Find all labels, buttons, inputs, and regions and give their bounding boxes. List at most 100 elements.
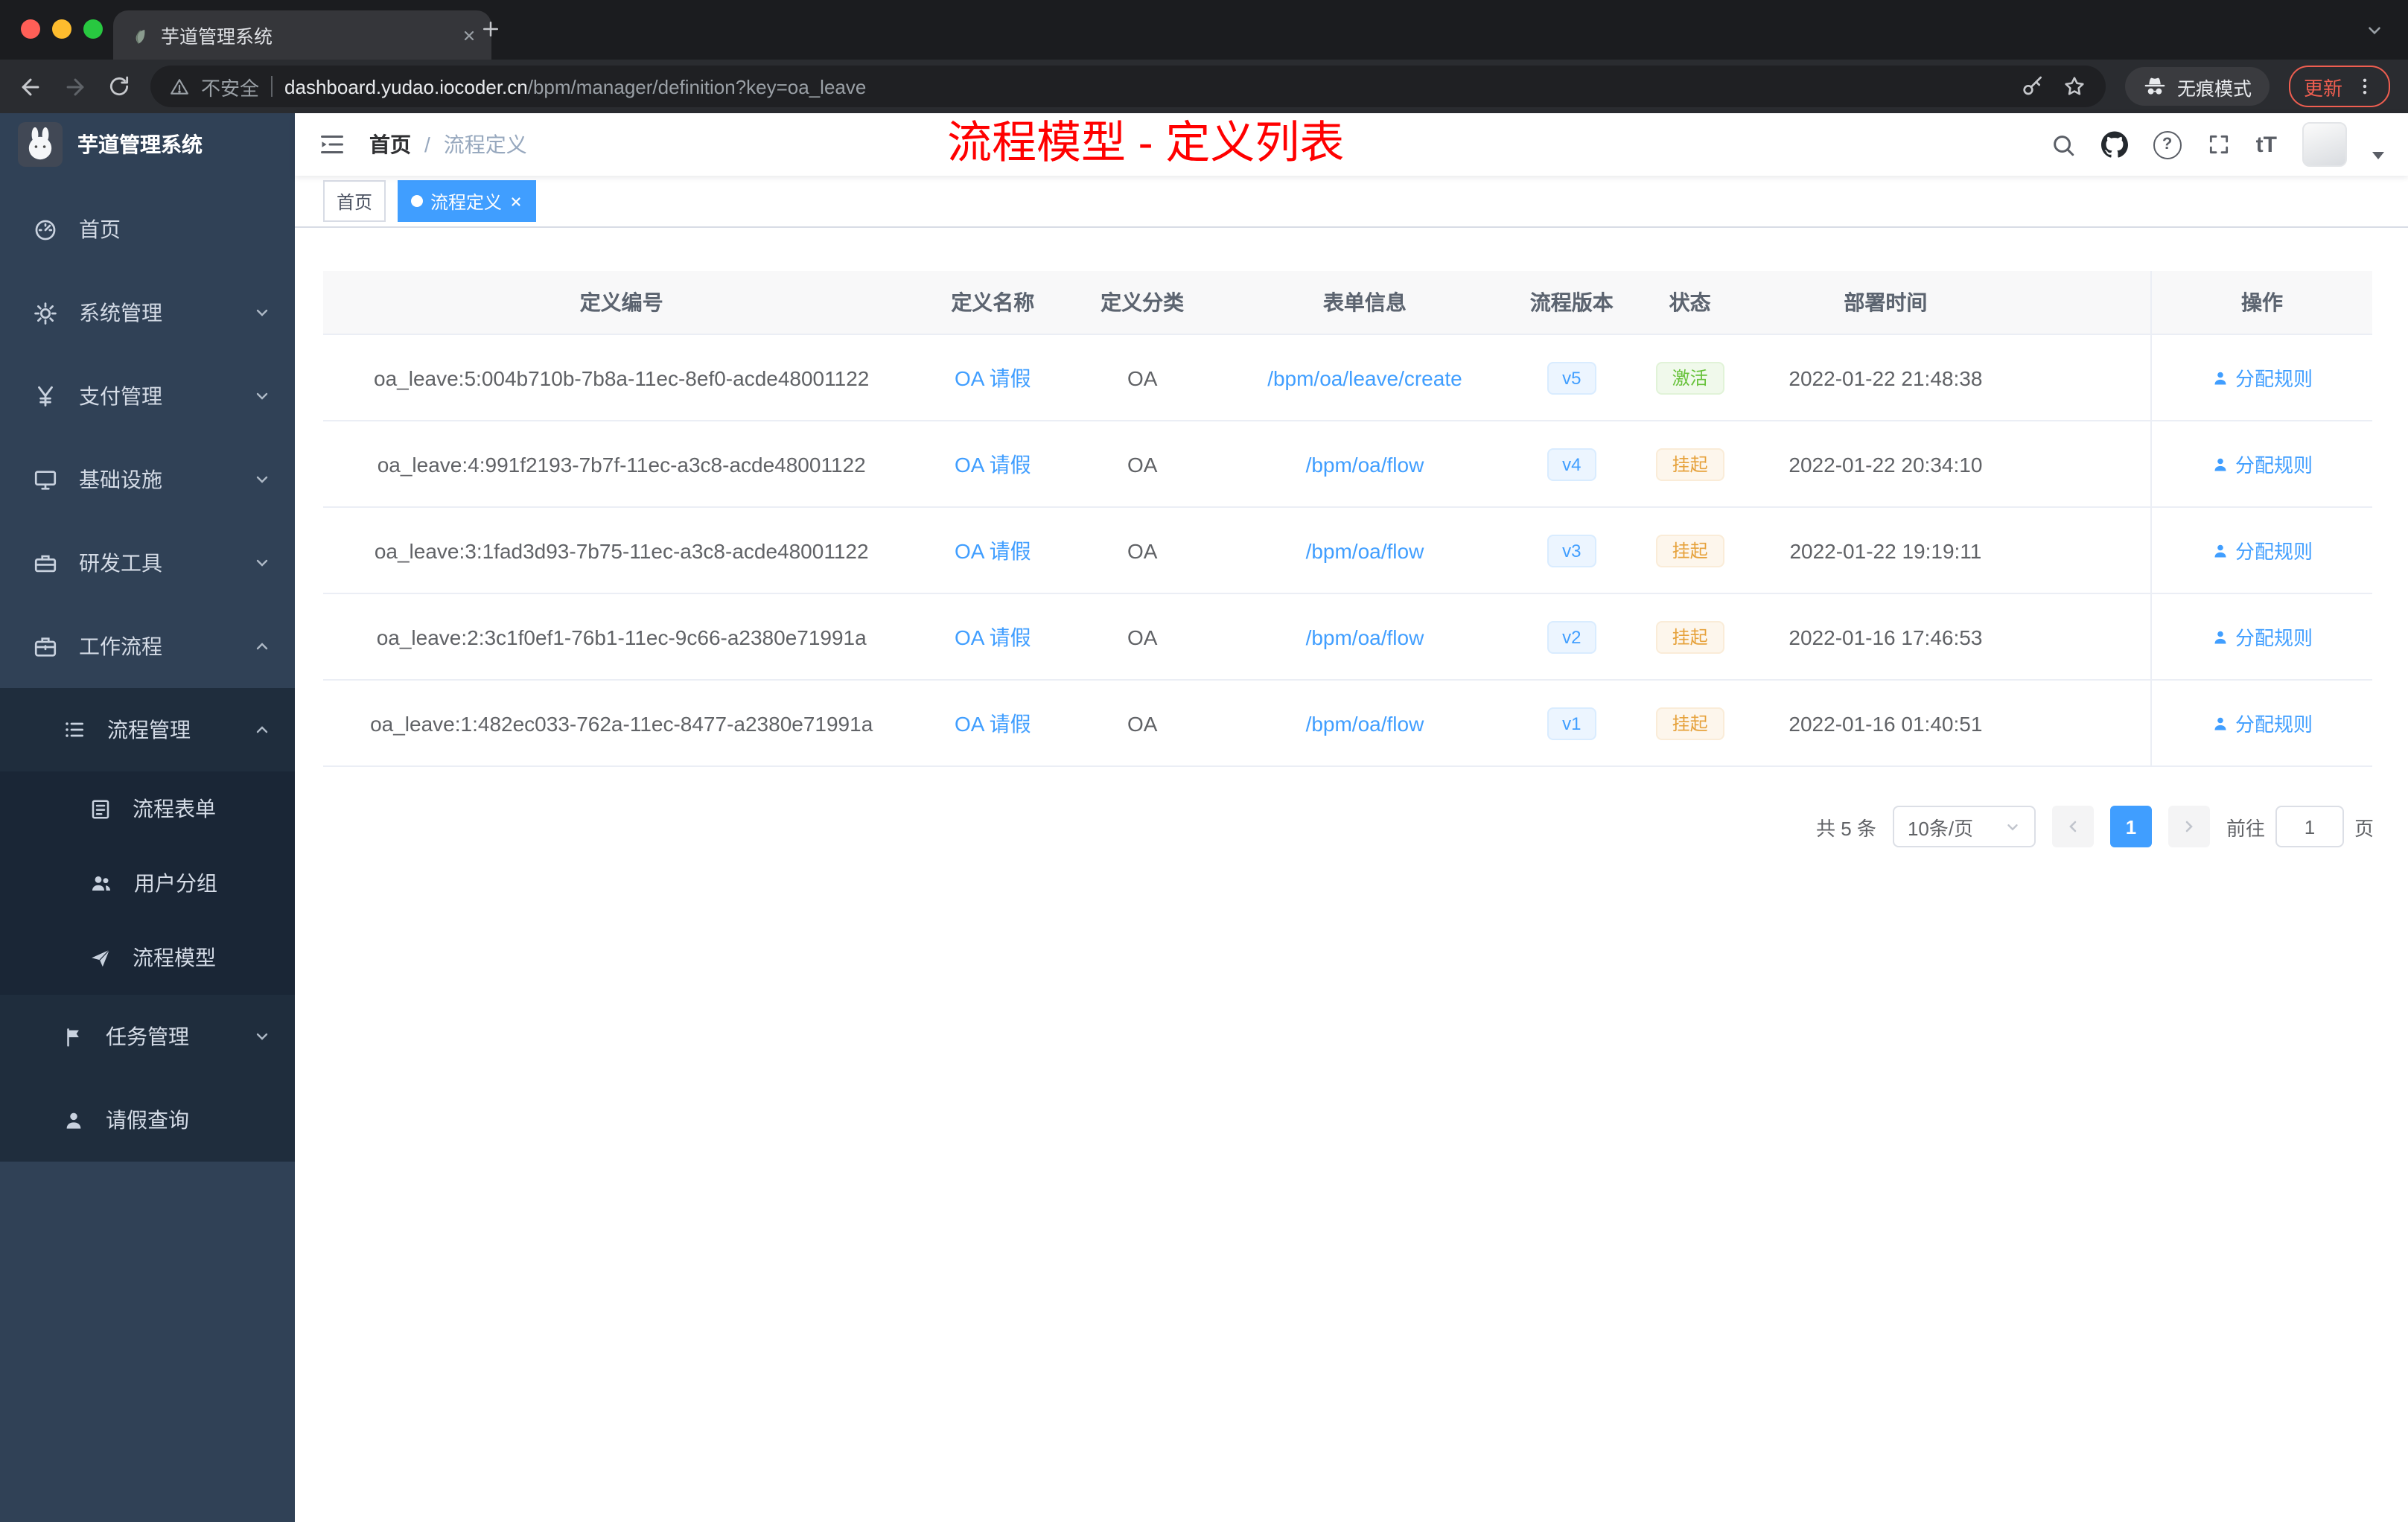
tag-close-icon[interactable] xyxy=(509,194,523,208)
sidebar-item-system[interactable]: 系统管理 xyxy=(0,271,295,354)
cell-category: OA xyxy=(1127,538,1158,562)
github-icon[interactable] xyxy=(2100,131,2128,158)
next-page-button[interactable] xyxy=(2167,806,2210,847)
tab-search-chevron-icon[interactable] xyxy=(2365,21,2384,40)
screen: 芋道管理系统 不安全 dashboard.yudao.iocoder.cn/bp… xyxy=(0,0,2408,1522)
form-link[interactable]: /bpm/oa/flow xyxy=(1306,711,1424,735)
logo-avatar xyxy=(18,122,63,167)
sidebar-item-payment[interactable]: 支付管理 xyxy=(0,354,295,438)
page-size-select[interactable]: 10条/页 xyxy=(1892,806,2036,847)
breadcrumb-home[interactable]: 首页 xyxy=(369,130,411,159)
assign-rule-link[interactable]: 分配规则 xyxy=(2211,363,2313,392)
sidebar-logo[interactable]: 芋道管理系统 xyxy=(0,113,295,176)
sidebar-item-process-management[interactable]: 流程管理 xyxy=(0,688,295,771)
list-tree-icon xyxy=(63,718,86,742)
tag-home[interactable]: 首页 xyxy=(323,180,386,222)
breadcrumb-separator: / xyxy=(424,133,430,156)
total-count-label: 共 5 条 xyxy=(1816,817,1876,839)
browser-tab[interactable]: 芋道管理系统 xyxy=(113,10,491,60)
forward-button[interactable] xyxy=(63,74,88,99)
assign-rule-link[interactable]: 分配规则 xyxy=(2211,536,2313,564)
sidebar-item-process-form[interactable]: 流程表单 xyxy=(0,771,295,846)
font-size-icon[interactable]: tT xyxy=(2256,132,2277,157)
column-header: 流程版本 xyxy=(1529,290,1614,314)
column-header: 表单信息 xyxy=(1322,290,1407,314)
sidebar-item-task-management[interactable]: 任务管理 xyxy=(0,995,295,1078)
assign-rule-link[interactable]: 分配规则 xyxy=(2211,709,2313,737)
cell-category: OA xyxy=(1127,452,1158,476)
toolbox-icon xyxy=(33,550,58,576)
avatar-caret-down-icon[interactable] xyxy=(2372,151,2384,159)
definition-name-link[interactable]: OA 请假 xyxy=(955,535,1031,565)
back-button[interactable] xyxy=(18,74,43,99)
sidebar-item-leave-query[interactable]: 请假查询 xyxy=(0,1078,295,1162)
form-link[interactable]: /bpm/oa/flow xyxy=(1306,625,1424,649)
page-number-button[interactable]: 1 xyxy=(2109,806,2152,847)
sidebar-item-infrastructure[interactable]: 基础设施 xyxy=(0,438,295,521)
security-warning-icon[interactable] xyxy=(170,77,189,96)
cell-definition-id: oa_leave:4:991f2193-7b7f-11ec-a3c8-acde4… xyxy=(377,452,866,476)
cell-category: OA xyxy=(1127,625,1158,649)
sidebar-item-process-model[interactable]: 流程模型 xyxy=(0,920,295,995)
sidebar-item-dev-tools[interactable]: 研发工具 xyxy=(0,521,295,605)
process-management-submenu: 流程表单 用户分组 流程模型 xyxy=(0,771,295,995)
url-domain: dashboard.yudao.iocoder.cn xyxy=(284,75,528,98)
bookmark-star-icon[interactable] xyxy=(2063,74,2086,98)
sidebar-item-user-group[interactable]: 用户分组 xyxy=(0,846,295,920)
sidebar-item-label: 首页 xyxy=(79,217,121,241)
form-icon xyxy=(89,797,112,820)
monitor-icon xyxy=(33,467,58,492)
chevron-down-icon xyxy=(253,554,271,572)
sidebar-fold-icon[interactable] xyxy=(319,131,345,158)
zoom-window-button[interactable] xyxy=(83,19,103,39)
chevron-down-icon xyxy=(2007,824,2018,830)
page-jump-input[interactable] xyxy=(2275,806,2344,847)
fullscreen-icon[interactable] xyxy=(2207,133,2231,156)
definition-name-link[interactable]: OA 请假 xyxy=(955,622,1031,652)
user-avatar[interactable] xyxy=(2302,122,2347,167)
sidebar-item-workflow[interactable]: 工作流程 xyxy=(0,605,295,688)
new-tab-button[interactable] xyxy=(480,18,502,40)
form-link[interactable]: /bpm/oa/flow xyxy=(1306,452,1424,476)
tab-close-icon[interactable] xyxy=(462,28,477,42)
browser-menu-kebab-icon[interactable] xyxy=(2354,76,2375,97)
update-label: 更新 xyxy=(2303,77,2342,99)
column-header: 操作 xyxy=(2150,271,2372,334)
incognito-label: 无痕模式 xyxy=(2176,78,2252,99)
definition-name-link[interactable]: OA 请假 xyxy=(955,708,1031,738)
tag-process-definition[interactable]: 流程定义 xyxy=(398,180,537,222)
definition-name-link[interactable]: OA 请假 xyxy=(955,363,1031,392)
assign-rule-link[interactable]: 分配规则 xyxy=(2211,623,2313,651)
sidebar-item-home[interactable]: 首页 xyxy=(0,188,295,271)
form-link[interactable]: /bpm/oa/leave/create xyxy=(1267,366,1462,389)
search-icon[interactable] xyxy=(2051,132,2076,157)
breadcrumb-current: 流程定义 xyxy=(443,133,527,156)
reload-button[interactable] xyxy=(107,74,131,98)
status-badge: 挂起 xyxy=(1655,707,1724,739)
incognito-badge: 无痕模式 xyxy=(2124,67,2270,106)
cell-definition-id: oa_leave:1:482ec033-762a-11ec-8477-a2380… xyxy=(370,711,873,735)
page-unit-label: 页 xyxy=(2354,817,2374,839)
app-navbar: 首页 / 流程定义 流程模型 - 定义列表 ? tT xyxy=(295,113,2408,176)
cell-deploy-time: 2022-01-16 01:40:51 xyxy=(1789,711,1983,735)
assign-rule-link[interactable]: 分配规则 xyxy=(2211,450,2313,478)
close-window-button[interactable] xyxy=(21,19,40,39)
page-annotation-title: 流程模型 - 定义列表 xyxy=(947,119,1345,168)
form-link[interactable]: /bpm/oa/flow xyxy=(1306,538,1424,562)
table-row: oa_leave:4:991f2193-7b7f-11ec-a3c8-acde4… xyxy=(323,421,2372,508)
pagination: 共 5 条 10条/页 1 前往 页 xyxy=(295,806,2374,847)
definition-name-link[interactable]: OA 请假 xyxy=(955,449,1031,479)
tag-label: 首页 xyxy=(337,191,373,212)
sidebar-menu: 首页 系统管理 支付管理 基础设施 研发工具 工作流程 流程管理 流程表单 用户… xyxy=(0,176,295,1162)
sidebar-item-label: 工作流程 xyxy=(79,634,162,658)
minimize-window-button[interactable] xyxy=(52,19,71,39)
browser-update-button[interactable]: 更新 xyxy=(2288,66,2390,107)
address-bar[interactable]: 不安全 dashboard.yudao.iocoder.cn/bpm/manag… xyxy=(150,66,2106,107)
paper-plane-icon xyxy=(89,946,112,969)
prev-page-button[interactable] xyxy=(2051,806,2094,847)
person-icon xyxy=(2214,716,2226,730)
version-badge: v5 xyxy=(1547,361,1596,394)
help-icon[interactable]: ? xyxy=(2153,130,2182,159)
password-key-icon[interactable] xyxy=(2021,74,2045,98)
column-header: 定义名称 xyxy=(951,290,1035,314)
